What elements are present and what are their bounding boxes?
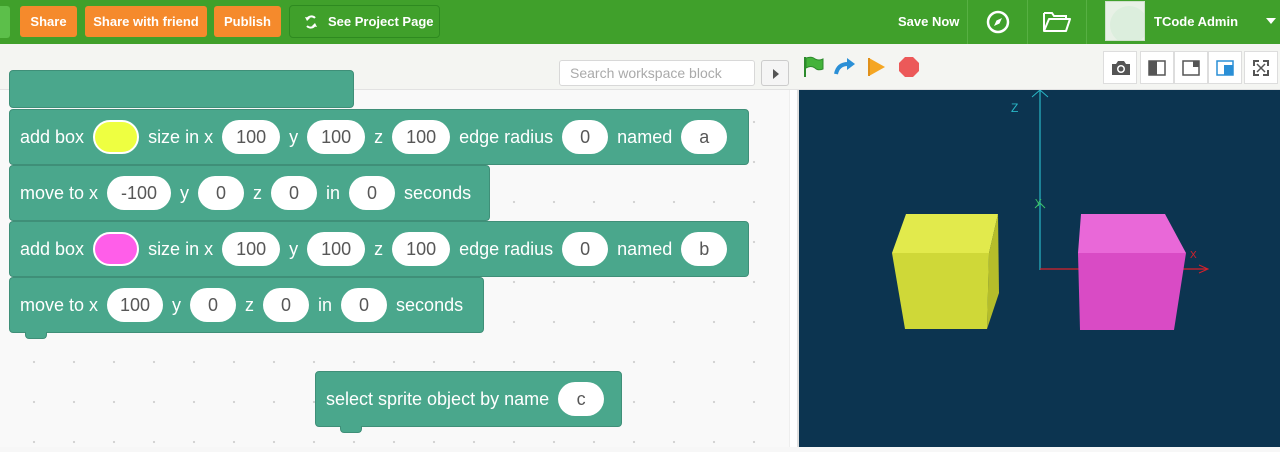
block-label: add box bbox=[20, 238, 85, 259]
named-label: named bbox=[617, 238, 673, 259]
sprite-name-input[interactable]: c bbox=[558, 382, 605, 416]
block-connector bbox=[340, 426, 362, 433]
layout-left-icon bbox=[1148, 60, 1166, 76]
block-label: move to x bbox=[20, 294, 99, 315]
workspace-scrollbar[interactable] bbox=[789, 90, 797, 447]
y-label: y bbox=[172, 294, 182, 315]
name-input[interactable]: b bbox=[681, 232, 728, 266]
publish-button[interactable]: Publish bbox=[214, 6, 281, 37]
z-label: z bbox=[245, 294, 255, 315]
move-z-input[interactable]: 0 bbox=[271, 176, 318, 210]
folder-open-icon[interactable] bbox=[1042, 10, 1072, 34]
size-y-input[interactable]: 100 bbox=[307, 232, 366, 266]
z-label: z bbox=[253, 182, 263, 203]
size-z-input[interactable]: 100 bbox=[392, 232, 451, 266]
stage-canvas[interactable]: Z Y X bbox=[797, 89, 1280, 447]
chevron-down-icon[interactable] bbox=[1266, 18, 1276, 24]
screenshot-button[interactable] bbox=[1103, 51, 1137, 84]
layout-left-button[interactable] bbox=[1140, 51, 1174, 84]
size-y-input[interactable]: 100 bbox=[307, 120, 366, 154]
avatar[interactable] bbox=[1105, 1, 1145, 41]
menu-stub-button[interactable] bbox=[0, 6, 10, 38]
edge-radius-input[interactable]: 0 bbox=[562, 120, 609, 154]
divider bbox=[1027, 0, 1028, 44]
block-label: move to x bbox=[20, 182, 99, 203]
named-label: named bbox=[617, 126, 673, 147]
green-flag-icon[interactable] bbox=[801, 55, 825, 79]
layout-right-button[interactable] bbox=[1174, 51, 1208, 84]
edge-radius-label: edge radius bbox=[459, 238, 554, 259]
compass-icon[interactable] bbox=[985, 9, 1011, 35]
seconds-label: seconds bbox=[404, 182, 472, 203]
y-label: y bbox=[289, 126, 299, 147]
layout-right-icon bbox=[1182, 60, 1200, 76]
edge-radius-label: edge radius bbox=[459, 126, 554, 147]
user-name[interactable]: TCode Admin bbox=[1154, 14, 1238, 29]
move-x-input[interactable]: -100 bbox=[107, 176, 172, 210]
move-to-block[interactable]: move to x -100 y 0 z 0 in 0 seconds bbox=[9, 165, 490, 221]
redo-arrow-icon[interactable] bbox=[833, 55, 857, 79]
move-y-input[interactable]: 0 bbox=[198, 176, 245, 210]
edge-radius-input[interactable]: 0 bbox=[562, 232, 609, 266]
block-label: add box bbox=[20, 126, 85, 147]
size-label: size in x bbox=[148, 126, 214, 147]
sync-icon bbox=[305, 14, 317, 29]
select-sprite-block[interactable]: select sprite object by name c bbox=[315, 371, 622, 427]
size-label: size in x bbox=[148, 238, 214, 259]
block-label: select sprite object by name bbox=[326, 388, 550, 409]
x-axis-label: X bbox=[1190, 250, 1197, 261]
in-label: in bbox=[326, 182, 341, 203]
box-a bbox=[892, 214, 999, 329]
top-toolbar: Share Share with friend Publish See Proj… bbox=[0, 0, 1280, 44]
add-box-block-a[interactable]: add box size in x 100 y 100 z 100 edge r… bbox=[9, 109, 749, 165]
size-z-input[interactable]: 100 bbox=[392, 120, 451, 154]
move-x-input[interactable]: 100 bbox=[107, 288, 164, 322]
move-seconds-input[interactable]: 0 bbox=[341, 288, 388, 322]
move-y-input[interactable]: 0 bbox=[190, 288, 237, 322]
size-x-input[interactable]: 100 bbox=[222, 120, 281, 154]
layout-small-stage-button[interactable] bbox=[1208, 51, 1242, 84]
seconds-label: seconds bbox=[396, 294, 464, 315]
color-swatch-yellow[interactable] bbox=[93, 120, 140, 154]
z-label: z bbox=[374, 238, 384, 259]
move-to-block[interactable]: move to x 100 y 0 z 0 in 0 seconds bbox=[9, 277, 484, 333]
camera-icon bbox=[1112, 61, 1130, 75]
add-box-block-b[interactable]: add box size in x 100 y 100 z 100 edge r… bbox=[9, 221, 749, 277]
block-connector bbox=[25, 332, 47, 339]
share-button[interactable]: Share bbox=[20, 6, 77, 37]
fullscreen-icon bbox=[1253, 60, 1269, 76]
see-project-page-label: See Project Page bbox=[328, 14, 434, 29]
search-workspace-input[interactable]: Search workspace block bbox=[559, 60, 755, 86]
step-play-icon[interactable] bbox=[866, 55, 888, 79]
z-axis-label: Z bbox=[1011, 101, 1018, 115]
move-z-input[interactable]: 0 bbox=[263, 288, 310, 322]
in-label: in bbox=[318, 294, 333, 315]
divider bbox=[1086, 0, 1087, 44]
partial-block[interactable] bbox=[9, 70, 354, 108]
layout-small-stage-icon bbox=[1216, 60, 1234, 76]
color-swatch-pink[interactable] bbox=[93, 232, 140, 266]
divider bbox=[967, 0, 968, 44]
y-label: y bbox=[180, 182, 190, 203]
search-next-button[interactable] bbox=[761, 60, 789, 86]
z-label: z bbox=[374, 126, 384, 147]
move-seconds-input[interactable]: 0 bbox=[349, 176, 396, 210]
size-x-input[interactable]: 100 bbox=[222, 232, 281, 266]
name-input[interactable]: a bbox=[681, 120, 728, 154]
stop-icon[interactable] bbox=[898, 55, 920, 79]
box-b bbox=[1078, 214, 1186, 330]
y-label: y bbox=[289, 238, 299, 259]
share-with-friend-button[interactable]: Share with friend bbox=[85, 6, 207, 37]
scene-3d: Z Y X bbox=[892, 89, 1210, 330]
fullscreen-button[interactable] bbox=[1244, 51, 1278, 84]
save-now-button[interactable]: Save Now bbox=[898, 14, 959, 29]
see-project-page-button[interactable]: See Project Page bbox=[289, 5, 440, 38]
